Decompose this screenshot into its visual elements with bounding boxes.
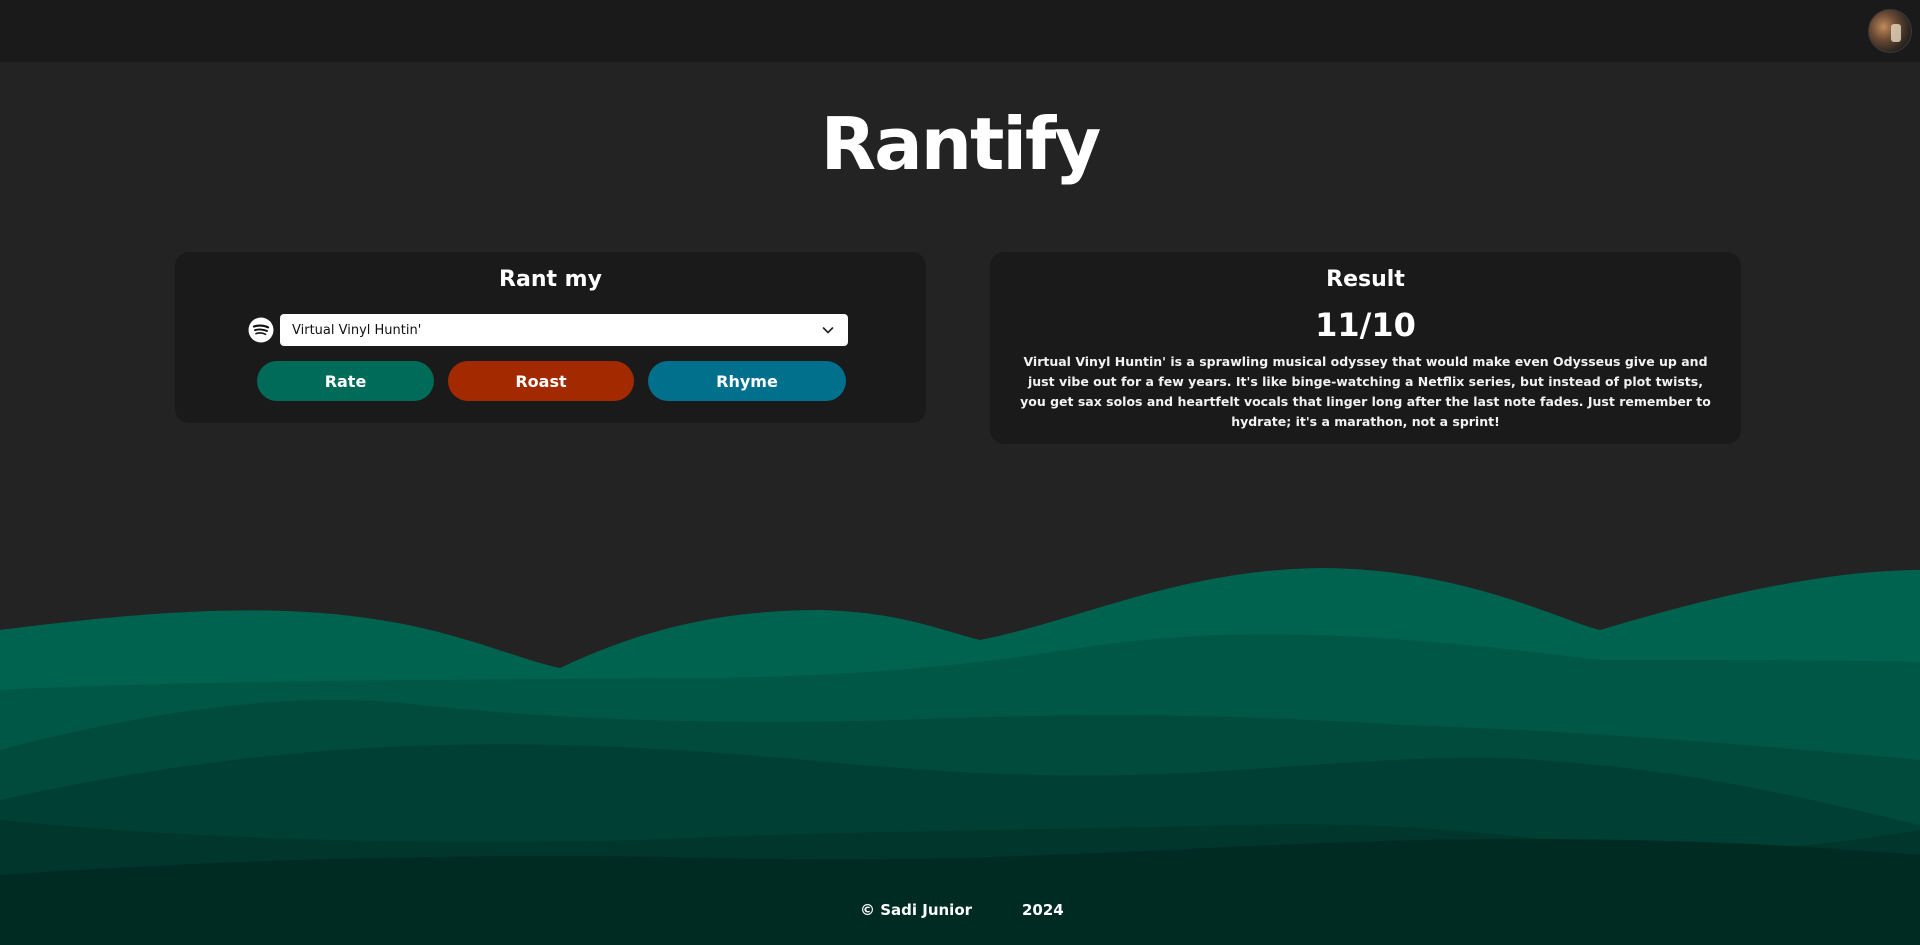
wave-background <box>0 568 1920 945</box>
spotify-icon <box>248 317 274 343</box>
result-text: Virtual Vinyl Huntin' is a sprawling mus… <box>1020 354 1711 429</box>
footer-year: 2024 <box>1022 901 1064 919</box>
playlist-select[interactable]: Virtual Vinyl Huntin' <box>280 314 848 346</box>
result-card-title: Result <box>1326 267 1405 292</box>
avatar[interactable] <box>1868 9 1912 53</box>
rhyme-button[interactable]: Rhyme <box>648 361 846 401</box>
rate-button[interactable]: Rate <box>257 361 434 401</box>
chevron-down-icon <box>822 327 834 334</box>
playlist-select-value: Virtual Vinyl Huntin' <box>292 322 422 338</box>
footer-copyright: © Sadi Junior <box>860 901 973 919</box>
footer: © Sadi Junior 2024 <box>0 901 1920 921</box>
top-bar <box>0 0 1920 62</box>
rant-card-title: Rant my <box>499 267 602 292</box>
action-buttons: Rate Roast Rhyme <box>257 361 846 401</box>
rant-card: Rant my Virtual Vinyl Huntin' Rate Roast… <box>175 252 926 423</box>
page-title: Rantify <box>820 102 1102 186</box>
result-card: Result 11/10 Virtual Vinyl Huntin' is a … <box>990 252 1741 444</box>
roast-button[interactable]: Roast <box>448 361 634 401</box>
score-value: 11/10 <box>1315 306 1416 344</box>
playlist-picker-row: Virtual Vinyl Huntin' <box>248 314 848 346</box>
